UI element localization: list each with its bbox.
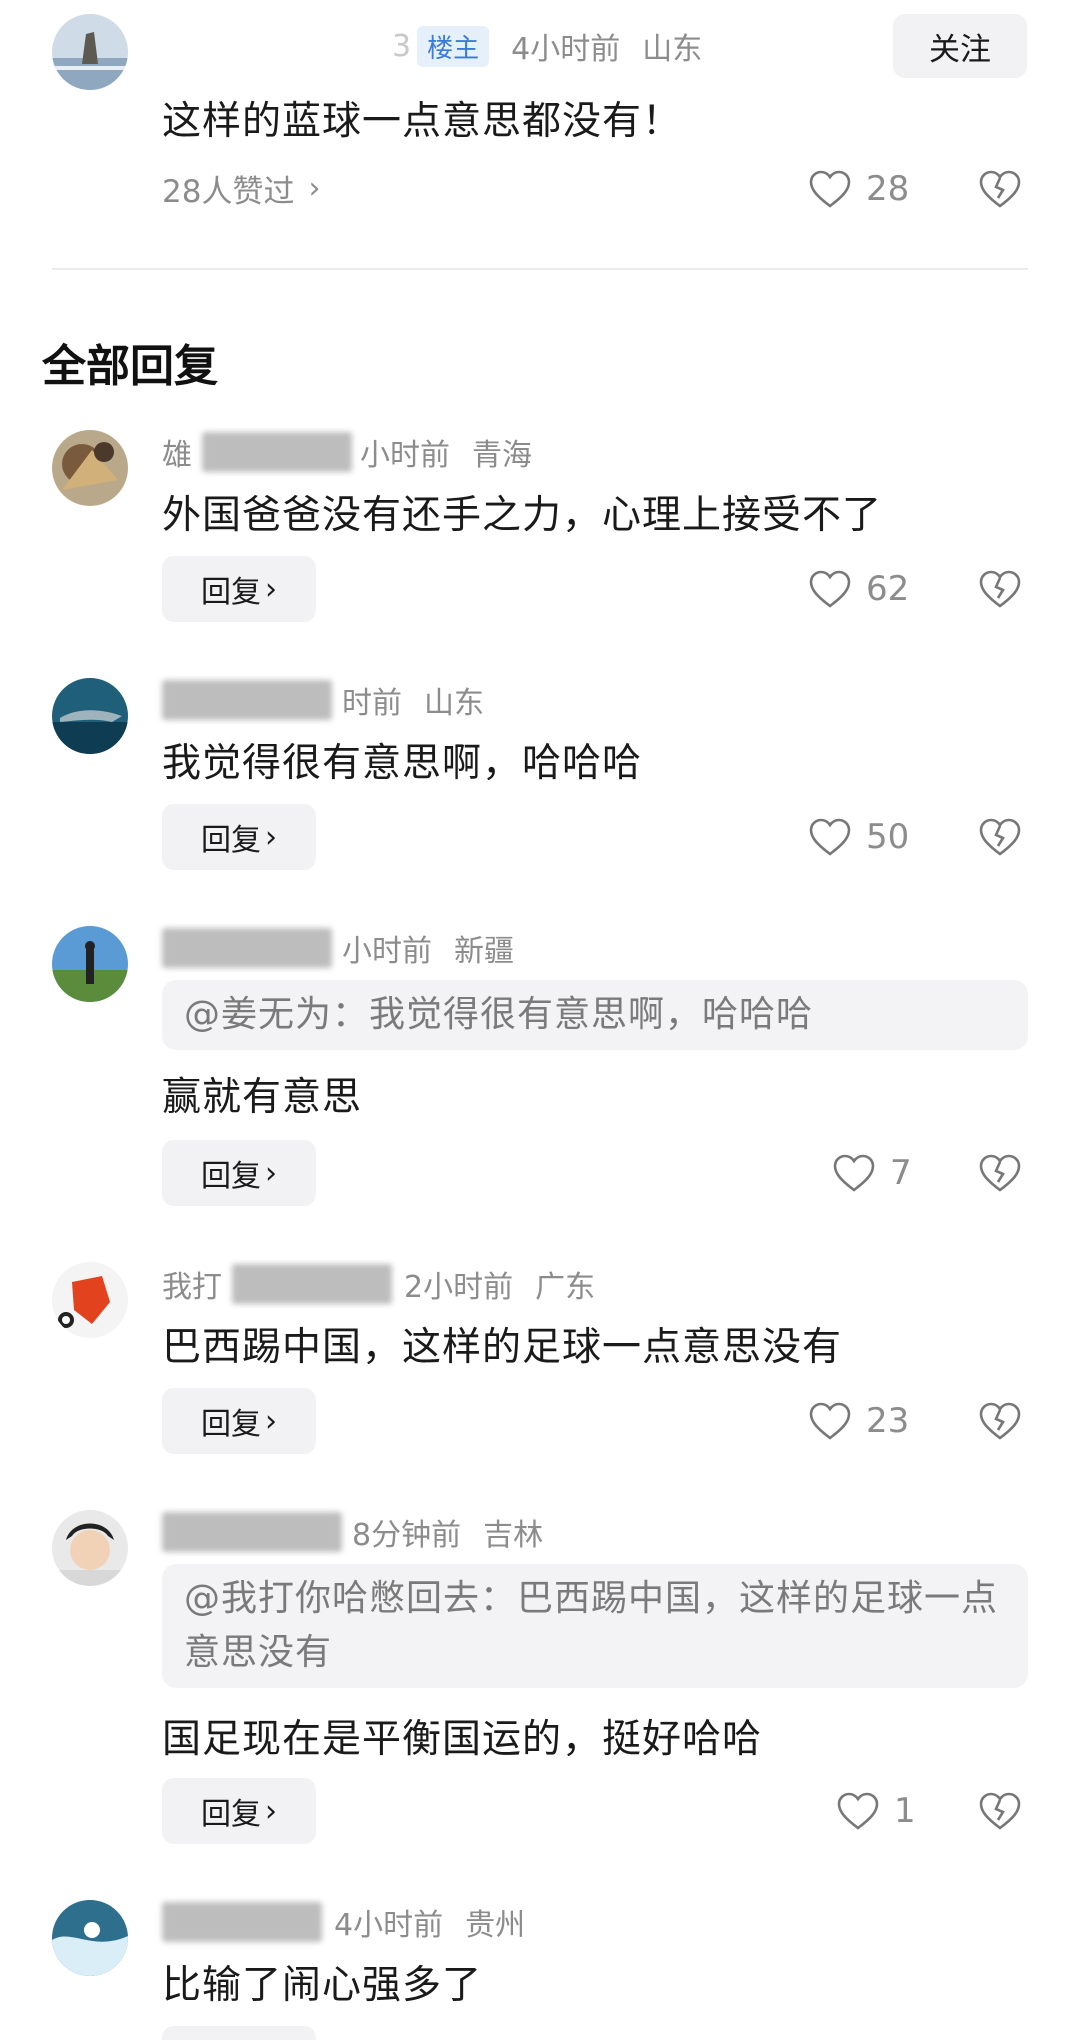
comment-time: 8分钟前 [352, 1518, 462, 1553]
reply-button[interactable]: 回复 › [162, 1140, 316, 1206]
op-like-button[interactable]: 28 [808, 156, 909, 222]
op-username-tail[interactable]: 3 [392, 29, 411, 64]
comment-text: 赢就有意思 [162, 1075, 363, 1120]
op-time: 4小时前 [511, 32, 621, 67]
avatar[interactable] [52, 678, 128, 754]
comment-time: 2小时前 [404, 1270, 514, 1305]
comment-meta: 时前 山东 [162, 678, 484, 722]
heart-outline-icon [809, 170, 851, 208]
op-meta: 3 楼主 4小时前 山东 [392, 24, 702, 68]
comment-text: 比输了闹心强多了 [162, 1963, 483, 2008]
avatar[interactable] [52, 1262, 128, 1338]
reply-label: 回复 [201, 1407, 261, 1442]
avatar[interactable] [52, 1900, 128, 1976]
reply-label: 回复 [201, 1159, 261, 1194]
chevron-right-icon: › [265, 1155, 277, 1191]
comment-meta: 4小时前 贵州 [162, 1900, 525, 1944]
like-count: 50 [866, 817, 910, 857]
heart-outline-icon [833, 1154, 875, 1192]
comment-location: 青海 [472, 438, 532, 473]
reply-button[interactable]: 回复 › [162, 556, 316, 622]
comment-meta: 我打 2小时前 广东 [162, 1262, 595, 1306]
op-like-count: 28 [866, 169, 910, 209]
like-button[interactable]: 50 [808, 804, 909, 870]
redacted-name [202, 432, 352, 472]
comment-time: 4小时前 [334, 1908, 444, 1943]
op-avatar[interactable] [52, 14, 128, 90]
broken-heart-icon[interactable] [978, 1790, 1022, 1832]
follow-button[interactable]: 关注 [893, 14, 1027, 78]
reply-label: 回复 [201, 575, 261, 610]
comment-username[interactable]: 雄 [162, 430, 192, 474]
chevron-right-icon: › [265, 1403, 277, 1439]
chevron-right-icon: › [308, 171, 321, 206]
reply-button[interactable]: 回复 › [162, 1778, 316, 1844]
comment-time: 时前 [342, 686, 402, 721]
comment-meta: 雄 小时前 青海 [162, 430, 532, 474]
broken-heart-icon[interactable] [978, 168, 1022, 210]
chevron-right-icon: › [265, 1793, 277, 1829]
avatar[interactable] [52, 926, 128, 1002]
broken-heart-icon[interactable] [978, 1400, 1022, 1442]
heart-outline-icon [809, 1402, 851, 1440]
redacted-name [162, 1902, 322, 1942]
quoted-reply[interactable]: @姜无为：我觉得很有意思啊，哈哈哈 [162, 980, 1028, 1050]
quoted-reply[interactable]: @我打你哈憋回去：巴西踢中国，这样的足球一点意思没有 [162, 1564, 1028, 1688]
comment-text: 外国爸爸没有还手之力，心理上接受不了 [162, 493, 883, 538]
reply-button[interactable] [162, 2026, 316, 2040]
op-badge: 楼主 [417, 25, 490, 67]
comment-location: 吉林 [483, 1518, 544, 1553]
comment-time: 小时前 [342, 934, 432, 969]
comment-text: 国足现在是平衡国运的，挺好哈哈 [162, 1717, 763, 1762]
like-button[interactable]: 1 [836, 1778, 916, 1844]
heart-outline-icon [809, 818, 851, 856]
like-button[interactable]: 23 [808, 1388, 909, 1454]
redacted-name [162, 680, 332, 720]
reply-label: 回复 [201, 823, 261, 858]
reply-button[interactable]: 回复 › [162, 804, 316, 870]
comment-meta: 8分钟前 吉林 [162, 1510, 543, 1554]
chevron-right-icon: › [265, 571, 277, 607]
reply-button[interactable]: 回复 › [162, 1388, 316, 1454]
comment-location: 广东 [535, 1270, 596, 1305]
like-count: 23 [866, 1401, 910, 1441]
liked-by-label: 28人赞过 [162, 174, 295, 210]
broken-heart-icon[interactable] [978, 568, 1022, 610]
heart-outline-icon [809, 570, 851, 608]
chevron-right-icon: › [265, 819, 277, 855]
reply-label: 回复 [201, 1797, 261, 1832]
avatar[interactable] [52, 1510, 128, 1586]
like-count: 1 [894, 1791, 916, 1831]
op-text: 这样的蓝球一点意思都没有！ [162, 99, 683, 144]
like-count: 62 [866, 569, 910, 609]
comment-location: 山东 [424, 686, 484, 721]
comment-text: 我觉得很有意思啊，哈哈哈 [162, 741, 643, 786]
comment-location: 贵州 [465, 1908, 526, 1943]
like-button[interactable]: 7 [832, 1140, 912, 1206]
broken-heart-icon[interactable] [978, 1152, 1022, 1194]
redacted-name [162, 928, 332, 968]
comment-time: 小时前 [360, 438, 450, 473]
liked-by-link[interactable]: 28人赞过 › [162, 166, 320, 211]
divider [52, 268, 1028, 270]
broken-heart-icon[interactable] [978, 816, 1022, 858]
comment-location: 新疆 [454, 934, 514, 969]
section-title: 全部回复 [42, 341, 218, 392]
comment-username[interactable]: 我打 [162, 1262, 222, 1306]
redacted-name [162, 1512, 342, 1552]
op-location: 山东 [642, 32, 703, 67]
avatar[interactable] [52, 430, 128, 506]
comment-text: 巴西踢中国，这样的足球一点意思没有 [162, 1325, 843, 1370]
like-count: 7 [890, 1153, 912, 1193]
redacted-name [232, 1264, 392, 1304]
comment-meta: 小时前 新疆 [162, 926, 514, 970]
like-button[interactable]: 62 [808, 556, 909, 622]
heart-outline-icon [837, 1792, 879, 1830]
